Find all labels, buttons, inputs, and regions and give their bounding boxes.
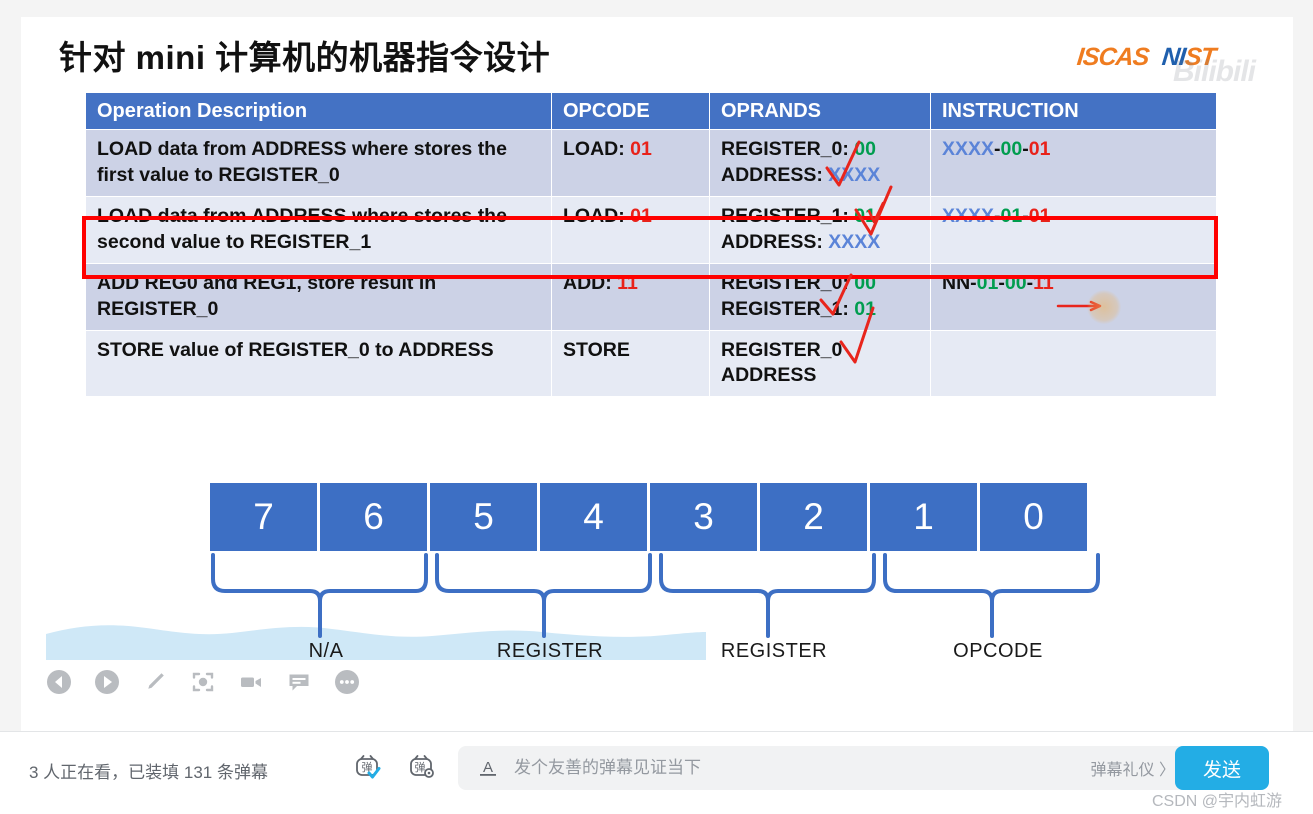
cell-operation-description: LOAD data from ADDRESS where stores the … [85,129,552,197]
cell-operation-description: STORE value of REGISTER_0 to ADDRESS [85,329,552,398]
bit-cell: 2 [760,483,867,551]
danmu-input-container[interactable]: A 弹幕礼仪 〉 [458,746,1193,790]
cell-opcode: STORE [551,329,710,398]
screenshot-root: 针对 mini 计算机的机器指令设计 ISCAS NIST Bilibili O… [0,0,1313,814]
page-left-gutter [0,0,21,731]
video-slide-area[interactable]: 针对 mini 计算机的机器指令设计 ISCAS NIST Bilibili O… [21,17,1293,730]
bit-cell: 6 [320,483,427,551]
bit-cell: 4 [540,483,647,551]
table-header-row: Operation Description OPCODE OPRANDS INS… [85,92,1217,130]
cell-operation-description: ADD REG0 and REG1, store result in REGIS… [85,262,552,331]
screenshot-icon[interactable] [190,669,216,695]
table-row: STORE value of REGISTER_0 to ADDRESS STOR… [85,329,1217,398]
iscas-logo: ISCAS [1075,43,1150,71]
field-label: N/A [308,640,344,662]
danmu-etiquette-link[interactable]: 弹幕礼仪 〉 [1091,756,1175,780]
viewer-and-danmu-count: 3 人正在看，已装填 131 条弹幕 [29,763,268,782]
cell-opcode: LOAD: 01 [551,129,710,197]
page-top-gutter [0,0,1313,17]
cell-oprands: REGISTER_0 ADDRESS [709,329,931,398]
nist-logo: NIST [1161,43,1217,72]
instruction-table: Operation Description OPCODE OPRANDS INS… [85,92,1217,398]
logo-row: ISCAS NIST [1075,43,1217,72]
column-header-instruction: INSTRUCTION [930,92,1217,130]
column-header-operation-description: Operation Description [85,92,552,130]
brush-highlight-stroke [46,625,706,660]
bit-cell: 5 [430,483,537,551]
cell-oprands: REGISTER_0: 00 ADDRESS: XXXX [709,129,931,197]
cell-opcode: LOAD: 01 [551,195,710,264]
column-header-oprands: OPRANDS [709,92,931,130]
bit-cell: 1 [870,483,977,551]
send-button[interactable]: 发送 [1175,746,1269,790]
cell-operation-description: LOAD data from ADDRESS where stores the … [85,195,552,264]
cell-instruction: NN-01-00-11 [930,262,1217,331]
field-label: REGISTER [720,640,828,662]
danmu-toggle-icon[interactable]: 弹 [351,752,383,784]
font-style-icon[interactable]: A [476,756,500,780]
pencil-icon[interactable] [142,669,168,695]
bit-cell: 0 [980,483,1087,551]
subtitle-icon[interactable] [286,669,312,695]
record-icon[interactable] [238,669,264,695]
field-label: REGISTER [496,640,604,662]
more-icon[interactable] [334,669,360,695]
field-braces [211,553,1100,638]
instruction-table-body: LOAD data from ADDRESS where stores the … [85,129,1217,398]
column-header-opcode: OPCODE [551,92,710,130]
svg-text:弹: 弹 [362,760,373,774]
bit-position-row: 76543210 [210,483,1087,551]
play-icon[interactable] [94,669,120,695]
player-control-bar[interactable] [46,669,360,695]
cell-oprands: REGISTER_0: 00 REGISTER_1: 01 [709,262,931,331]
previous-icon[interactable] [46,669,72,695]
table-row: ADD REG0 and REG1, store result in REGIS… [85,262,1217,331]
bit-cell: 7 [210,483,317,551]
cell-instruction: XXXX-01-01 [930,195,1217,264]
cell-instruction: XXXX-00-01 [930,129,1217,197]
nist-logo-part1: NI [1160,43,1187,71]
csdn-watermark: CSDN @宇内虹游 [1152,793,1283,810]
nist-logo-part2: ST [1183,43,1217,71]
bit-cell: 3 [650,483,757,551]
danmu-settings-icon[interactable]: 弹 [405,752,437,784]
svg-text:A: A [483,759,493,776]
danmu-input[interactable] [512,757,1091,779]
page-title: 针对 mini 计算机的机器指令设计 [59,39,551,76]
svg-text:弹: 弹 [415,760,426,774]
page-right-gutter [1293,0,1313,731]
table-row: LOAD data from ADDRESS where stores the … [85,129,1217,197]
cell-opcode: ADD: 11 [551,262,710,331]
cell-instruction [930,329,1217,398]
field-label: OPCODE [953,640,1043,662]
danmu-bottom-bar: 3 人正在看，已装填 131 条弹幕 弹 弹 A 发个友善的弹幕见证当下 弹幕礼… [0,731,1313,814]
cell-oprands: REGISTER_1: 01 ADDRESS: XXXX [709,195,931,264]
table-row: LOAD data from ADDRESS where stores the … [85,195,1217,264]
